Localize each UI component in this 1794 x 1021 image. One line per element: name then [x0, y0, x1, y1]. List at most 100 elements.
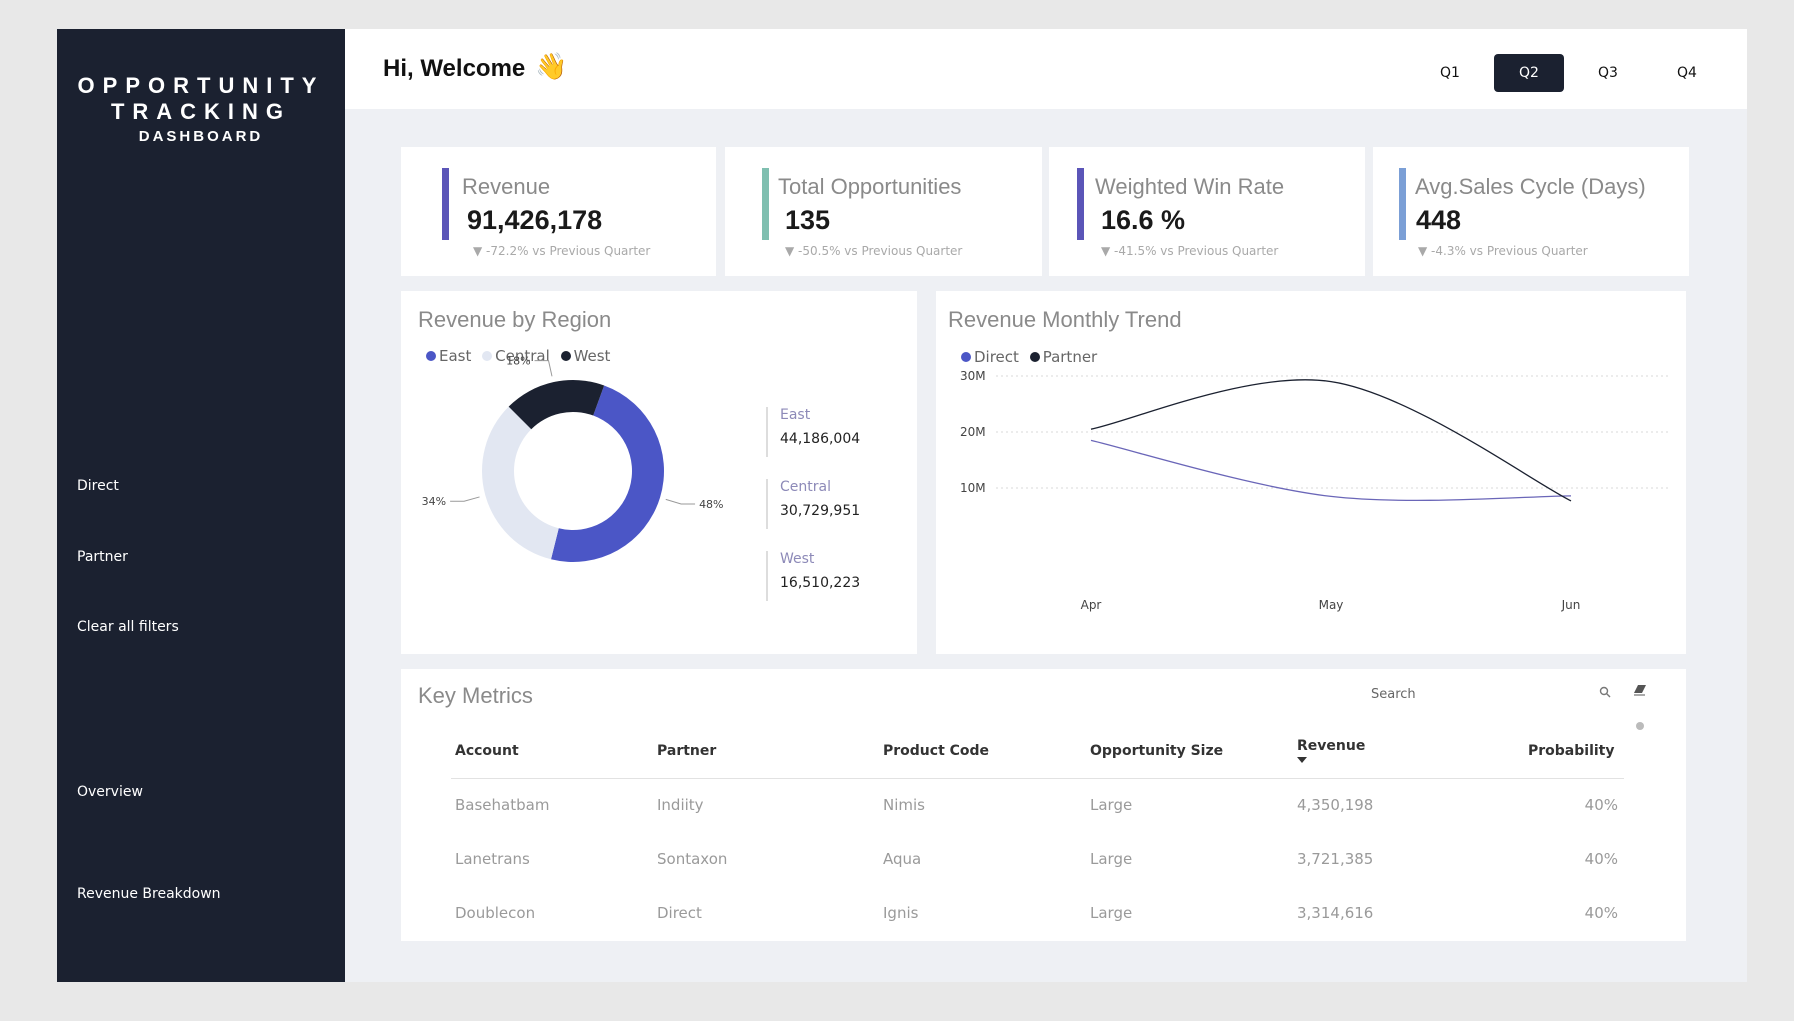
x-tick-label: Jun	[1561, 598, 1581, 612]
kpi-title: Revenue	[462, 174, 551, 199]
cell-opportunity-size: Large	[1090, 796, 1133, 815]
kpi-delta: ▼ -50.5% vs Previous Quarter	[785, 244, 963, 258]
table-row[interactable]: Lanetrans Sontaxon Aqua Large 3,721,385 …	[451, 832, 1624, 886]
brand-logo: OPPORTUNITY TRACKING DASHBOARD	[57, 73, 345, 147]
kpi-card-weighted-win-rate: Weighted Win Rate 16.6 % ▼ -41.5% vs Pre…	[1049, 147, 1365, 276]
panel-title: Revenue Monthly Trend	[948, 307, 1182, 332]
region-value: 44,186,004	[780, 431, 861, 447]
panel-title: Revenue by Region	[418, 307, 612, 332]
kpi-card-revenue: Revenue 91,426,178 ▼ -72.2% vs Previous …	[401, 147, 716, 276]
header-bar: Hi, Welcome 👋 Q1 Q2 Q3 Q4	[345, 29, 1747, 109]
region-item-east: East 44,186,004	[766, 407, 860, 457]
table-row[interactable]: Doublecon Direct Ignis Large 3,314,616 4…	[451, 886, 1624, 940]
cell-revenue: 3,721,385	[1297, 850, 1374, 868]
x-tick-label: Apr	[1081, 598, 1102, 612]
quarter-q1-button[interactable]: Q1	[1415, 54, 1485, 92]
eraser-icon[interactable]	[1633, 683, 1647, 701]
nav-overview[interactable]: Overview	[77, 784, 143, 800]
y-tick-label: 30M	[960, 369, 986, 383]
kpi-title: Weighted Win Rate	[1095, 174, 1285, 199]
sidebar: OPPORTUNITY TRACKING DASHBOARD Direct Pa…	[57, 29, 345, 982]
kpi-delta: ▼ -4.3% vs Previous Quarter	[1418, 244, 1588, 258]
cell-probability: 40%	[1584, 904, 1618, 922]
series-line-partner	[1090, 379, 1572, 502]
donut-data-label: 34%	[422, 495, 446, 508]
cell-opportunity-size: Large	[1090, 850, 1133, 868]
scrollbar-thumb[interactable]	[1636, 717, 1644, 735]
cell-revenue: 3,314,616	[1297, 904, 1374, 922]
column-header-account[interactable]: Account	[451, 724, 653, 779]
series-line-direct	[1090, 439, 1572, 502]
column-header-probability[interactable]: Probability	[1524, 724, 1624, 779]
brand-line-2: TRACKING	[110, 99, 292, 124]
column-header-label: Revenue	[1297, 738, 1366, 755]
region-name: East	[780, 407, 811, 423]
brand-line-3: DASHBOARD	[138, 128, 264, 145]
cell-revenue: 4,350,198	[1297, 796, 1374, 815]
table-header-row: Account Partner Product Code Opportunity…	[451, 724, 1624, 779]
cell-opportunity-size: Large	[1090, 904, 1133, 922]
column-header-product-code[interactable]: Product Code	[879, 724, 1086, 779]
x-tick-label: May	[1319, 598, 1344, 612]
kpi-value: 16.6 %	[1101, 205, 1186, 235]
column-header-revenue[interactable]: Revenue	[1293, 724, 1524, 779]
brand-line-1: OPPORTUNITY	[77, 73, 325, 98]
cell-product-code: Aqua	[883, 850, 922, 868]
donut-slice-central	[482, 406, 559, 560]
region-name: West	[780, 551, 815, 567]
column-header-opportunity-size[interactable]: Opportunity Size	[1086, 724, 1293, 779]
quarter-q4-button[interactable]: Q4	[1652, 54, 1722, 92]
donut-chart: 48% 34% 18%	[422, 355, 724, 562]
y-tick-label: 20M	[960, 425, 986, 439]
kpi-accent-bar	[762, 168, 769, 240]
kpi-accent-bar	[1399, 168, 1406, 240]
kpi-title: Avg.Sales Cycle (Days)	[1415, 174, 1646, 199]
kpi-delta: ▼ -41.5% vs Previous Quarter	[1101, 244, 1279, 258]
quarter-q2-button[interactable]: Q2	[1494, 54, 1564, 92]
region-name: Central	[780, 479, 831, 495]
region-value: 30,729,951	[780, 503, 861, 519]
clear-filters-button[interactable]: Clear all filters	[77, 619, 179, 635]
sort-descending-icon	[1297, 757, 1307, 764]
region-item-west: West 16,510,223	[766, 551, 860, 601]
table-row[interactable]: Basehatbam Indiity Nimis Large 4,350,198…	[451, 778, 1624, 832]
region-value-list: East 44,186,004 Central 30,729,951 West …	[766, 407, 860, 623]
kpi-accent-bar	[442, 168, 449, 240]
region-item-central: Central 30,729,951	[766, 479, 860, 529]
kpi-title: Total Opportunities	[778, 174, 962, 199]
cell-probability: 40%	[1584, 796, 1618, 815]
cell-account: Lanetrans	[455, 850, 530, 868]
cell-partner: Sontaxon	[657, 850, 728, 868]
search-icon[interactable]	[1599, 685, 1611, 703]
region-value: 16,510,223	[780, 575, 861, 591]
kpi-value: 91,426,178	[467, 205, 603, 235]
quarter-q3-button[interactable]: Q3	[1573, 54, 1643, 92]
cell-partner: Direct	[657, 904, 702, 922]
kpi-value: 135	[785, 205, 831, 235]
cell-probability: 40%	[1584, 850, 1618, 868]
kpi-card-total-opportunities: Total Opportunities 135 ▼ -50.5% vs Prev…	[725, 147, 1042, 276]
panel-title: Key Metrics	[418, 683, 533, 708]
donut-data-label: 48%	[699, 498, 723, 511]
cell-product-code: Nimis	[883, 796, 925, 815]
revenue-monthly-trend-panel: Revenue Monthly Trend Direct Partner 10M…	[936, 291, 1686, 654]
filter-direct-button[interactable]: Direct	[77, 478, 119, 494]
donut-label-leader	[665, 498, 696, 505]
kpi-accent-bar	[1077, 168, 1084, 240]
key-metrics-table: Account Partner Product Code Opportunity…	[451, 724, 1624, 940]
column-header-partner[interactable]: Partner	[653, 724, 879, 779]
nav-revenue-breakdown[interactable]: Revenue Breakdown	[77, 886, 221, 902]
donut-label-leader	[450, 496, 480, 502]
line-chart: 10M 20M 30M Apr May Jun	[960, 369, 1671, 612]
key-metrics-panel: Key Metrics Account Partner Product Code…	[401, 669, 1686, 941]
kpi-delta: ▼ -72.2% vs Previous Quarter	[473, 244, 651, 258]
kpi-value: 448	[1416, 205, 1462, 235]
cell-account: Basehatbam	[455, 796, 550, 815]
donut-data-label: 18%	[506, 355, 530, 368]
welcome-title: Hi, Welcome	[383, 55, 526, 82]
filter-partner-button[interactable]: Partner	[77, 549, 128, 565]
cell-product-code: Ignis	[883, 904, 919, 922]
cell-partner: Indiity	[657, 796, 704, 815]
cell-account: Doublecon	[455, 904, 536, 922]
donut-label-leader	[534, 360, 553, 377]
